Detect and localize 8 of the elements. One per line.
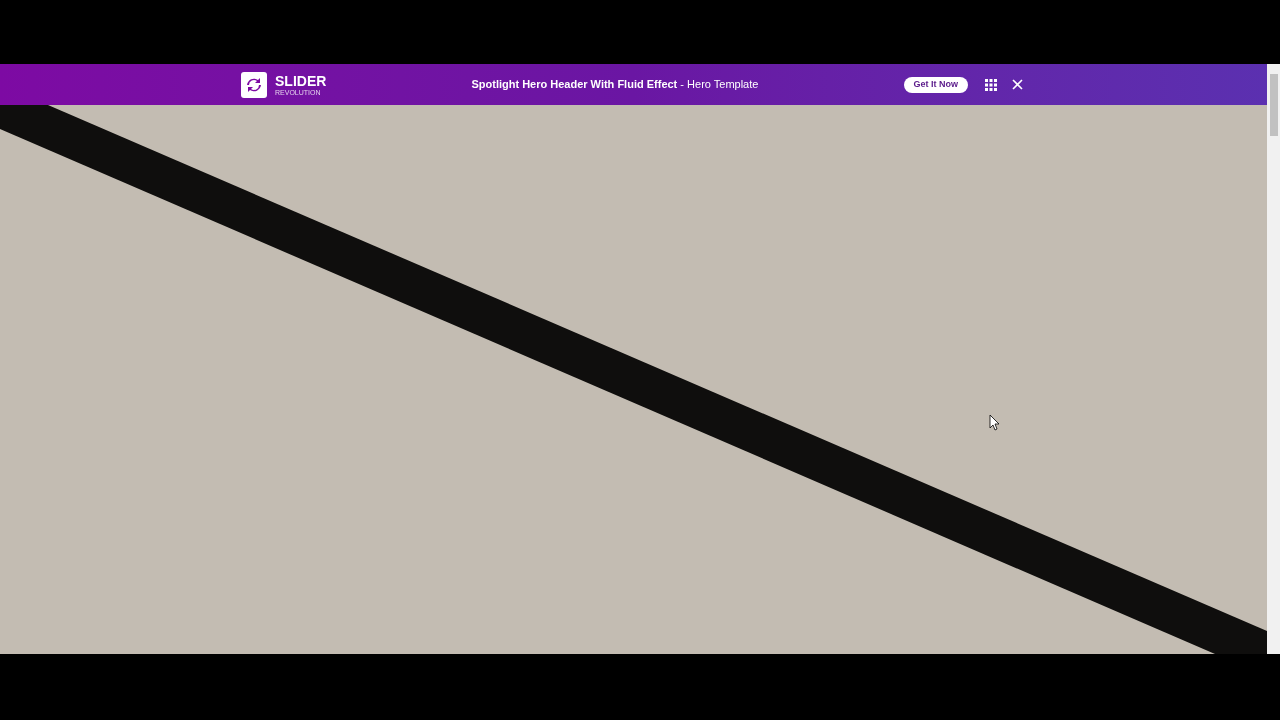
logo-title: SLIDER (275, 73, 327, 88)
template-title: Spotlight Hero Header With Fluid Effect - Hero Template (471, 77, 759, 93)
logo-icon (241, 71, 267, 98)
grid-icon[interactable] (985, 78, 997, 91)
close-icon[interactable] (1012, 79, 1023, 90)
scrollbar[interactable] (1267, 64, 1280, 654)
get-it-now-button[interactable]: Get It Now (903, 76, 968, 93)
cursor-icon (989, 414, 1000, 431)
